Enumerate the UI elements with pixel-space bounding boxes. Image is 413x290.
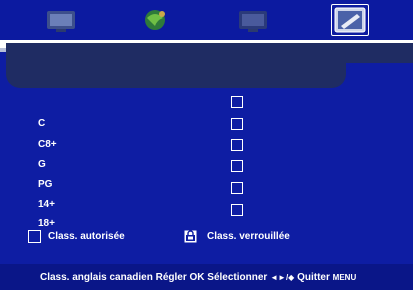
tab-channels[interactable] [138, 6, 172, 34]
rating-label: 18+ [38, 218, 55, 229]
tv-menu-screen: C C8+ G PG 14+ 18+ Class. autorisée Clas… [0, 0, 413, 290]
rating-label: C [38, 118, 46, 129]
unlocked-box-icon [28, 230, 41, 243]
ok-key-hint: OK [189, 272, 205, 283]
satellite-globe-icon [145, 10, 165, 30]
legend-locked: Class. verrouillée [184, 230, 334, 244]
submenu-header-tab [340, 43, 413, 63]
rating-checkbox[interactable] [231, 160, 243, 172]
legend-allowed-label: Class. autorisée [48, 231, 125, 242]
rating-label: G [38, 159, 46, 170]
tab-picture[interactable] [44, 6, 78, 34]
footer-hint-bar: Class. anglais canadien Régler OK Sélect… [0, 264, 413, 290]
settings-pencil-icon [334, 7, 366, 33]
quit-hint: Quitter [297, 272, 330, 283]
tv-screen-icon [47, 11, 75, 32]
legend-locked-label: Class. verrouillée [207, 231, 290, 242]
rating-label: C8+ [38, 139, 57, 150]
menu-tab-bar [0, 0, 413, 40]
rating-checkbox[interactable] [231, 96, 243, 108]
rating-label: 14+ [38, 199, 55, 210]
menu-key-hint: MENU [332, 273, 357, 282]
rating-checkbox[interactable] [231, 182, 243, 194]
rating-checkbox[interactable] [231, 139, 243, 151]
rating-checkbox[interactable] [231, 204, 243, 216]
footer-title: Class. anglais canadien [40, 272, 153, 283]
tab-setup[interactable] [331, 4, 369, 36]
arrow-keys-icon: ◄►/◆ [270, 273, 295, 282]
select-hint: Sélectionner [207, 272, 268, 283]
submenu-header-notch [346, 63, 413, 88]
rating-checkbox[interactable] [231, 118, 243, 130]
adjust-hint: Régler [155, 272, 187, 283]
footer-hints: Class. anglais canadien Régler OK Sélect… [40, 272, 356, 283]
lock-screen-icon [239, 11, 267, 32]
padlock-icon [184, 230, 197, 243]
submenu-header [6, 43, 346, 88]
legend-allowed: Class. autorisée [28, 230, 168, 244]
tab-lock[interactable] [236, 6, 270, 34]
rating-label: PG [38, 179, 53, 190]
